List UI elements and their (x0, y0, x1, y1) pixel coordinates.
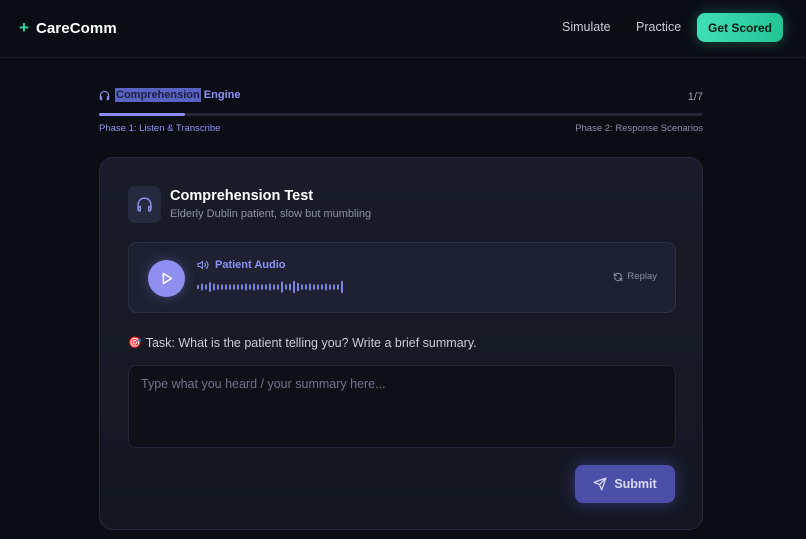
audio-player: Patient Audio Replay (128, 242, 676, 313)
replay-label: Replay (627, 271, 657, 282)
waveform-bar (241, 284, 243, 290)
waveform-bar (273, 284, 275, 290)
waveform-bar (237, 284, 239, 290)
phase-next: Phase 2: Response Scenarios (575, 123, 703, 134)
summary-input[interactable] (128, 365, 676, 448)
waveform-bar (337, 284, 339, 290)
step-counter: 1/7 (687, 91, 703, 103)
waveform-bar (205, 284, 207, 290)
waveform-bar (305, 284, 307, 290)
waveform-bar (277, 284, 279, 290)
waveform-bar (309, 283, 311, 291)
waveform-bar (321, 284, 323, 290)
card-subtitle: Elderly Dublin patient, slow but mumblin… (170, 208, 372, 220)
engine-label-rest: Engine (200, 89, 241, 101)
submit-label: Submit (614, 477, 657, 491)
waveform-bar (269, 283, 271, 291)
engine-title: Comprehension Engine (99, 88, 241, 102)
task-text: Task: What is the patient telling you? W… (145, 336, 477, 350)
waveform-bar (325, 283, 327, 291)
target-icon: 🎯 (128, 337, 142, 349)
waveform-bar (249, 284, 251, 290)
waveform-bar (229, 284, 231, 290)
waveform-bar (313, 284, 315, 290)
engine-label-highlight: Comprehension (115, 88, 201, 102)
waveform-bar (293, 280, 295, 294)
waveform-bar (225, 284, 227, 290)
waveform-bar (281, 281, 283, 293)
progress-fill (99, 113, 186, 116)
audio-label-text: Patient Audio (215, 259, 286, 271)
progress-track (99, 113, 703, 116)
waveform-bar (301, 284, 303, 290)
plus-icon: + (19, 18, 29, 37)
refresh-icon (614, 272, 623, 281)
waveform-bar (341, 280, 343, 294)
waveform-bar (233, 284, 235, 290)
engine-label: Comprehension Engine (115, 88, 241, 102)
submit-button[interactable]: Submit (575, 465, 675, 503)
task-prompt: 🎯 Task: What is the patient telling you?… (128, 336, 477, 350)
waveform-bar (265, 284, 267, 290)
waveform-bar (297, 282, 299, 292)
top-nav: + CareComm Simulate Practice Get Scored (0, 0, 806, 58)
waveform (197, 280, 343, 294)
nav-practice[interactable]: Practice (636, 20, 681, 34)
waveform-bar (253, 283, 255, 291)
play-icon (162, 272, 173, 285)
send-icon (593, 477, 607, 491)
speaker-icon (197, 260, 209, 270)
waveform-bar (317, 284, 319, 290)
waveform-bar (245, 283, 247, 291)
waveform-bar (201, 283, 203, 291)
waveform-bar (217, 284, 219, 290)
waveform-bar (213, 283, 215, 291)
waveform-bar (329, 284, 331, 290)
replay-button[interactable]: Replay (613, 271, 657, 282)
play-button[interactable] (148, 260, 185, 297)
waveform-bar (289, 283, 291, 291)
waveform-bar (257, 284, 259, 290)
comprehension-card: Comprehension Test Elderly Dublin patien… (99, 157, 703, 530)
get-scored-button[interactable]: Get Scored (697, 13, 783, 42)
waveform-bar (333, 284, 335, 290)
headphones-icon (137, 197, 152, 212)
card-title: Comprehension Test (170, 188, 314, 204)
waveform-bar (209, 282, 211, 292)
waveform-bar (285, 284, 287, 290)
phase-current: Phase 1: Listen & Transcribe (99, 123, 221, 134)
card-icon-tile (128, 186, 161, 223)
logo[interactable]: + CareComm (19, 18, 117, 38)
nav-simulate[interactable]: Simulate (562, 20, 611, 34)
waveform-bar (221, 284, 223, 290)
logo-text: CareComm (35, 19, 117, 37)
headphones-icon (99, 90, 110, 100)
waveform-bar (197, 284, 199, 290)
waveform-bar (261, 284, 263, 290)
audio-label: Patient Audio (197, 259, 285, 271)
